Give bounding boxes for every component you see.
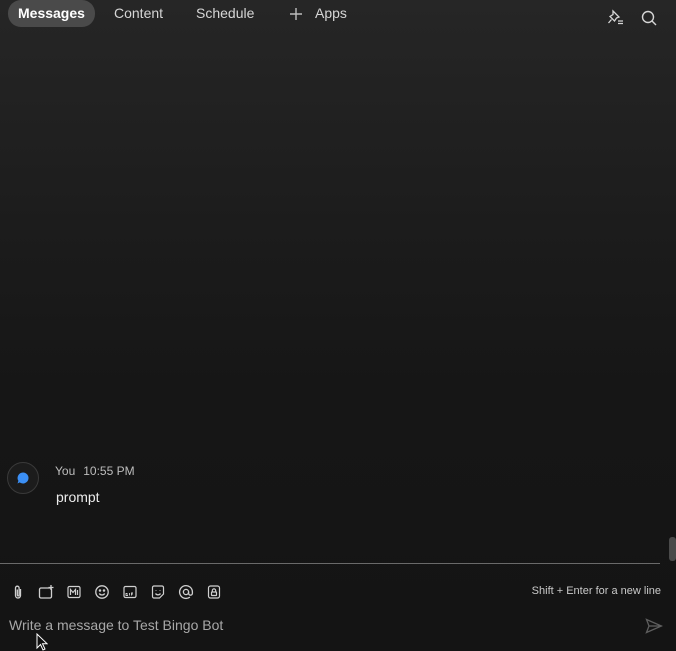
tab-schedule[interactable]: Schedule: [196, 0, 254, 27]
message-sender: You: [55, 464, 76, 478]
chat-window: Messages Content Schedule Apps You 10:55…: [0, 0, 676, 651]
new-line-hint: Shift + Enter for a new line: [531, 585, 661, 597]
pinned-messages-icon[interactable]: [607, 9, 625, 27]
message-text: prompt: [56, 489, 100, 505]
attach-icon[interactable]: [10, 584, 26, 600]
lock-icon[interactable]: [206, 584, 222, 600]
message-time: 10:55 PM: [83, 464, 135, 478]
tab-bar: Messages Content Schedule Apps: [0, 0, 676, 28]
scrollbar-thumb[interactable]: [669, 537, 676, 561]
gif-icon[interactable]: [122, 584, 138, 600]
tab-content[interactable]: Content: [114, 0, 163, 27]
composer-divider: [0, 563, 660, 564]
plus-icon: [289, 7, 303, 21]
message-header: You 10:55 PM: [55, 464, 135, 478]
send-icon[interactable]: [645, 618, 663, 634]
mention-icon[interactable]: [178, 584, 194, 600]
message-input[interactable]: [9, 614, 629, 636]
chat-bubble-icon: [16, 471, 30, 485]
tab-apps[interactable]: Apps: [289, 0, 347, 27]
screenshot-icon[interactable]: [38, 584, 54, 600]
tab-apps-label: Apps: [315, 5, 347, 21]
avatar[interactable]: [7, 462, 39, 494]
sticker-icon[interactable]: [150, 584, 166, 600]
emoji-icon[interactable]: [94, 584, 110, 600]
format-icon[interactable]: [66, 584, 82, 600]
search-icon[interactable]: [640, 9, 658, 27]
mouse-cursor-icon: [36, 633, 48, 651]
tab-messages[interactable]: Messages: [8, 0, 95, 27]
